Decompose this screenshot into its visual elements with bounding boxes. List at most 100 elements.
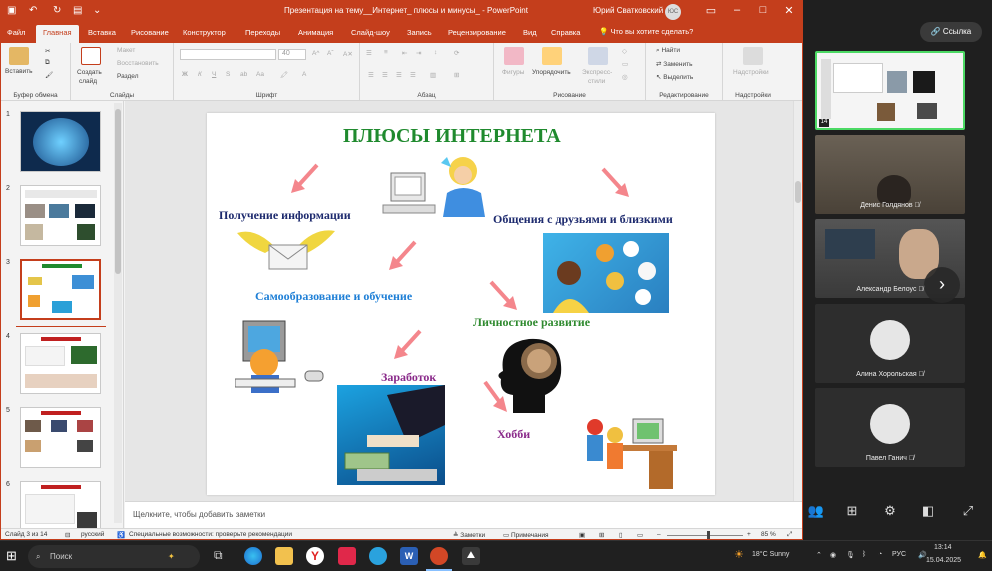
notes-toggle[interactable]: ≜ Заметки <box>453 531 485 539</box>
redo-icon[interactable]: ↻ <box>53 5 61 16</box>
label-communication[interactable]: Общения с друзьями и близкими <box>493 212 673 227</box>
close-icon[interactable]: ✕ <box>779 4 799 17</box>
save-icon[interactable]: ▣ <box>7 5 16 16</box>
shape-effects-icon[interactable]: ◎ <box>622 73 628 81</box>
ribbon-display-icon[interactable]: ▭ <box>701 4 721 17</box>
columns-icon[interactable]: ▥ <box>430 71 436 79</box>
find-button[interactable]: ⌕ Найти <box>656 47 680 55</box>
quick-styles-icon[interactable] <box>588 47 608 65</box>
yandex-browser-icon[interactable]: Y <box>306 547 324 565</box>
tab-design[interactable]: Конструктор <box>183 28 226 37</box>
participant-tile[interactable]: Денис Голдянов 🎙̸ <box>815 135 965 214</box>
zoom-slider[interactable] <box>667 535 743 536</box>
shape-outline-icon[interactable]: ▭ <box>622 60 628 68</box>
shrink-font-icon[interactable]: Aˇ <box>327 50 334 57</box>
highlight-icon[interactable]: 🖍 <box>280 71 288 79</box>
app-icon[interactable]: ⛰ <box>462 547 480 565</box>
tab-record[interactable]: Запись <box>407 28 432 37</box>
slideshow-view-icon[interactable]: ▭ <box>637 531 643 539</box>
edge-browser-icon[interactable] <box>244 547 262 565</box>
slide-thumbnail[interactable] <box>20 185 101 246</box>
shapes-icon[interactable] <box>504 47 524 65</box>
language-indicator[interactable]: РУС <box>892 551 906 558</box>
scrollbar-thumb[interactable] <box>795 181 801 203</box>
kids-at-computer-picture[interactable] <box>579 413 679 491</box>
tab-transitions[interactable]: Переходы <box>245 28 280 37</box>
align-left-icon[interactable]: ☰ <box>368 71 374 79</box>
window-mode-icon[interactable]: ◧ <box>918 503 938 519</box>
line-spacing-icon[interactable]: ↕ <box>434 49 437 56</box>
format-painter-icon[interactable]: 🖌 <box>45 71 53 79</box>
slide-thumbnail[interactable] <box>20 481 101 528</box>
reading-view-icon[interactable]: ▯ <box>619 531 623 539</box>
decrease-indent-icon[interactable]: ⇤ <box>402 49 407 57</box>
tab-draw[interactable]: Рисование <box>131 28 169 37</box>
tab-slideshow[interactable]: Слайд-шоу <box>351 28 390 37</box>
participant-tile-screen-share[interactable]: 14 <box>815 51 965 130</box>
change-case-icon[interactable]: Aa <box>256 71 264 78</box>
accessibility-icon[interactable]: ♿ <box>117 531 125 539</box>
quick-styles-button[interactable]: Экспресс- <box>582 69 612 76</box>
webcam-icon[interactable]: ◉ <box>830 551 836 559</box>
telegram-icon[interactable] <box>369 547 387 565</box>
layout-button[interactable]: Макет <box>117 47 135 54</box>
bullets-icon[interactable]: ☰ <box>366 49 372 57</box>
microphone-icon[interactable]: 🎙 <box>846 551 855 559</box>
slide-thumbnail-selected[interactable] <box>20 259 101 320</box>
computer-girl-picture[interactable] <box>381 153 493 221</box>
zoom-slider-handle[interactable] <box>707 531 710 539</box>
money-laptop-picture[interactable] <box>337 385 445 485</box>
label-hobby[interactable]: Хобби <box>497 427 530 442</box>
label-earnings[interactable]: Заработок <box>381 370 436 385</box>
notifications-icon[interactable]: 🔔 <box>978 551 987 559</box>
show-hidden-icons[interactable]: ⌃ <box>816 551 822 559</box>
clock-date[interactable]: 15.04.2025 <box>926 557 961 564</box>
file-explorer-icon[interactable] <box>275 547 293 565</box>
slide-thumbnail[interactable] <box>20 111 101 172</box>
copy-icon[interactable]: ⧉ <box>45 59 50 67</box>
scrollbar-thumb[interactable] <box>115 109 121 274</box>
social-network-picture[interactable] <box>543 233 669 313</box>
font-color-icon[interactable]: A <box>302 71 306 78</box>
canvas-scrollbar[interactable] <box>793 101 802 501</box>
new-slide-icon[interactable] <box>81 47 101 65</box>
user-avatar[interactable]: ЮС <box>665 4 681 20</box>
grow-font-icon[interactable]: A^ <box>312 50 319 57</box>
new-slide-button-line2[interactable]: слайд <box>79 78 97 85</box>
participants-icon[interactable]: 👥 <box>806 503 826 519</box>
slide-thumbnail[interactable] <box>20 333 101 394</box>
paste-icon[interactable] <box>9 47 29 65</box>
underline-icon[interactable]: Ч <box>212 71 216 78</box>
tell-me-search[interactable]: 💡 Что вы хотите сделать? <box>599 27 693 36</box>
powerpoint-icon[interactable] <box>430 547 448 565</box>
spellcheck-icon[interactable]: ⊟ <box>65 531 70 539</box>
text-direction-icon[interactable]: ⟳ <box>454 49 459 57</box>
weather-text[interactable]: 18°C Sunny <box>752 551 789 558</box>
grid-layout-icon[interactable]: ⊞ <box>842 503 862 519</box>
label-personal-growth[interactable]: Личностное развитие <box>473 315 590 330</box>
language-indicator[interactable]: русский <box>81 531 104 538</box>
word-icon[interactable]: W <box>400 547 418 565</box>
addins-icon[interactable] <box>743 47 763 65</box>
zoom-level[interactable]: 85 % <box>761 531 776 538</box>
calendar-app-icon[interactable] <box>338 547 356 565</box>
zoom-in-icon[interactable]: + <box>747 531 751 538</box>
slide-title[interactable]: ПЛЮСЫ ИНТЕРНЕТА <box>343 125 561 148</box>
tab-insert[interactable]: Вставка <box>88 28 116 37</box>
addins-button[interactable]: Надстройки <box>733 69 769 76</box>
font-name-input[interactable] <box>180 49 276 60</box>
zoom-out-icon[interactable]: – <box>657 531 661 538</box>
windows-start-icon[interactable]: ⊞ <box>6 548 17 564</box>
tab-home[interactable]: Главная <box>36 25 79 43</box>
smartart-icon[interactable]: ⊞ <box>454 71 459 79</box>
slide-thumbnail[interactable] <box>20 407 101 468</box>
clock-time[interactable]: 13:14 <box>934 544 952 551</box>
fullscreen-icon[interactable]: ⤢ <box>958 503 978 519</box>
new-slide-button[interactable]: Создать <box>77 69 102 76</box>
user-name[interactable]: Юрий Сватковский <box>593 6 663 15</box>
label-self-education[interactable]: Самообразование и обучение <box>255 289 412 304</box>
section-button[interactable]: Раздел <box>117 73 138 80</box>
fit-to-window-icon[interactable]: ⤢ <box>787 531 792 539</box>
accessibility-status[interactable]: Специальные возможности: проверьте реком… <box>129 531 292 538</box>
head-silhouette-picture[interactable] <box>493 335 565 413</box>
